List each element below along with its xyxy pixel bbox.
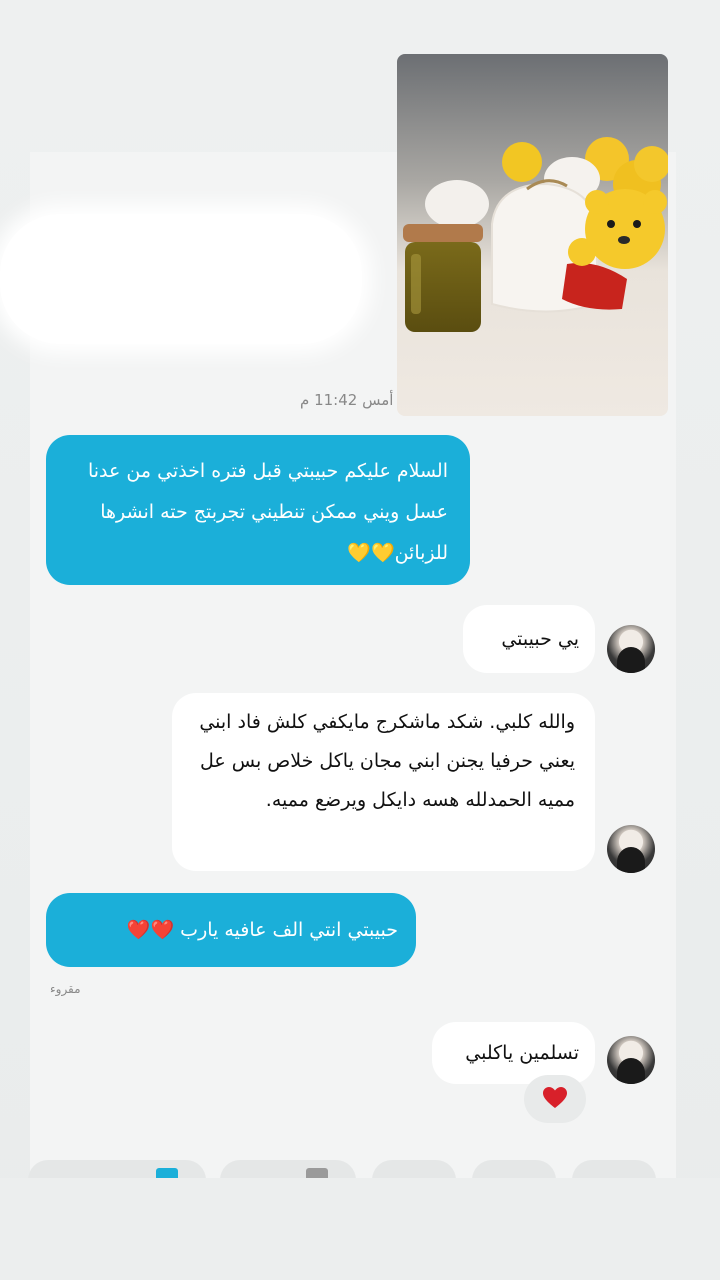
contact-avatar[interactable] <box>607 625 655 673</box>
sent-message-bubble[interactable]: حبيبتي انتي الف عافيه يارب ❤️❤️ <box>46 893 416 967</box>
shared-photo[interactable] <box>397 54 668 416</box>
message-reaction[interactable] <box>524 1075 586 1123</box>
bottom-background <box>0 1178 720 1280</box>
contact-avatar[interactable] <box>607 1036 655 1084</box>
received-message-bubble[interactable]: والله كلبي. شكد ماشكرج مايكفي كلش فاد اب… <box>172 693 595 871</box>
received-message-bubble[interactable]: يي حبيبتي <box>463 605 595 673</box>
read-receipt: مقروء <box>50 982 81 996</box>
red-heart-icon <box>543 1087 567 1108</box>
redacted-area <box>0 214 362 344</box>
received-message-bubble[interactable]: تسلمين ياكلبي <box>432 1022 595 1084</box>
sent-message-bubble[interactable]: السلام عليكم حبيبتي قبل فتره اخذتي من عد… <box>46 435 470 585</box>
contact-avatar[interactable] <box>607 825 655 873</box>
message-timestamp: أمس 11:42 م <box>300 391 394 409</box>
